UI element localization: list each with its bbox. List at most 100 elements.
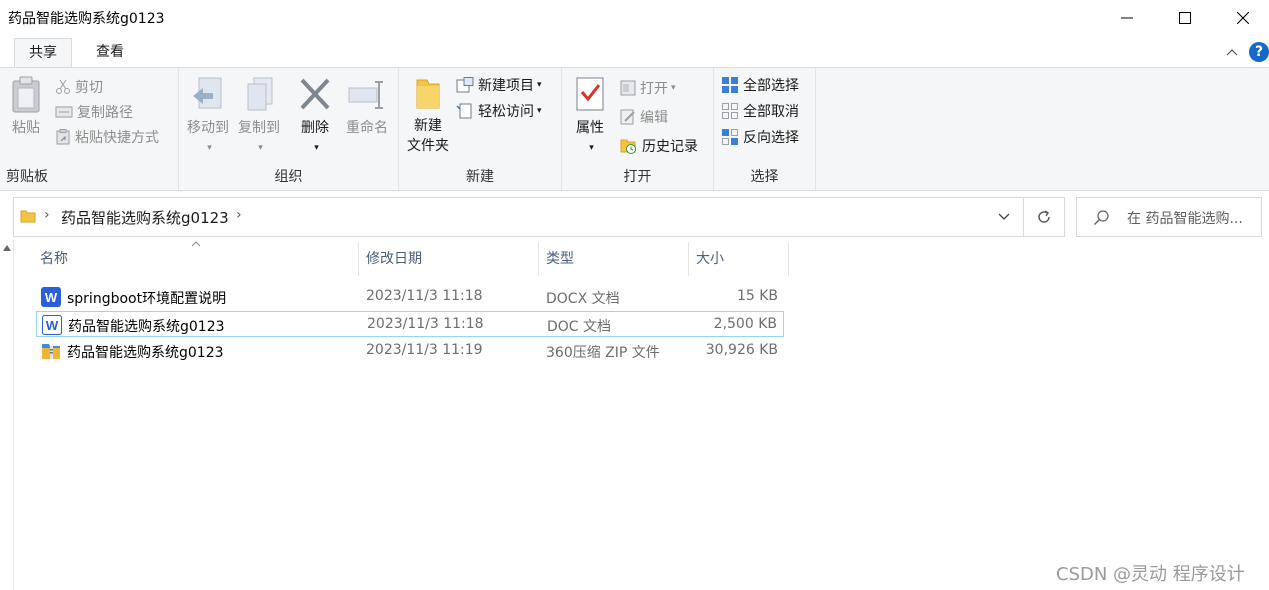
select-none-button[interactable]: 全部取消 (721, 100, 799, 122)
cut-button[interactable]: 剪切 (55, 76, 103, 98)
new-folder-button[interactable]: 新建 文件夹 (403, 76, 453, 156)
chevron-down-icon[interactable] (998, 210, 1010, 222)
open-label: 打开 (640, 81, 668, 97)
refresh-icon (1038, 210, 1050, 223)
column-header-date[interactable]: 修改日期 (366, 242, 536, 276)
move-to-icon (193, 77, 222, 109)
new-item-button[interactable]: 新建项目 ▾ (456, 74, 542, 96)
select-group-label: 选择 (750, 169, 779, 185)
column-divider[interactable] (788, 242, 789, 276)
tab-share[interactable]: 共享 (14, 38, 72, 68)
edit-button[interactable]: 编辑 (620, 106, 668, 128)
scroll-up-icon[interactable] (2, 244, 12, 252)
maximize-button[interactable] (1156, 0, 1214, 36)
copy-to-icon (247, 77, 273, 111)
new-group-label: 新建 (466, 169, 494, 185)
paste-shortcut-button[interactable]: 粘贴快捷方式 (55, 126, 159, 148)
easy-access-dropdown-icon: ▾ (537, 106, 542, 116)
ribbon: 粘贴 剪切 复制路径 粘贴快捷方式 剪贴板 移动到 ▾ 复制到 ▾ 删除 ▾ 重… (0, 67, 1269, 191)
svg-text:W: W (45, 290, 58, 305)
column-divider[interactable] (358, 242, 359, 276)
paste-button[interactable]: 粘贴 (6, 76, 46, 138)
column-divider[interactable] (538, 242, 539, 276)
file-size: 2,500 KB (713, 316, 777, 332)
file-date: 2023/11/3 11:19 (366, 342, 483, 358)
clipboard-group: 粘贴 剪切 复制路径 粘贴快捷方式 剪贴板 (0, 68, 179, 190)
file-name: 药品智能选购系统g0123 (68, 319, 225, 335)
invert-selection-icon (722, 129, 738, 145)
delete-button[interactable]: 删除 ▾ (293, 76, 337, 154)
properties-label: 属性 (576, 120, 604, 136)
file-name: 药品智能选购系统g0123 (67, 345, 224, 361)
maximize-icon (1179, 12, 1191, 24)
edit-label: 编辑 (640, 110, 668, 126)
help-icon[interactable]: ? (1249, 42, 1269, 62)
file-size: 30,926 KB (705, 342, 778, 358)
delete-label: 删除 (301, 120, 329, 136)
cut-label: 剪切 (75, 80, 103, 96)
breadcrumb-chevron-icon[interactable]: › (44, 207, 50, 223)
close-icon (1237, 12, 1249, 24)
file-name: springboot环境配置说明 (67, 291, 227, 307)
new-item-label: 新建项目 (478, 78, 534, 94)
easy-access-button[interactable]: 轻松访问 ▾ (456, 100, 542, 122)
file-row[interactable]: W springboot环境配置说明 2023/11/3 11:18 DOCX … (36, 284, 784, 310)
search-icon (1093, 210, 1109, 226)
minimize-button[interactable] (1098, 0, 1156, 36)
file-row[interactable]: 药品智能选购系统g0123 2023/11/3 11:19 360压缩 ZIP … (36, 338, 784, 364)
new-folder-label-2: 文件夹 (407, 138, 449, 154)
file-type: DOCX 文档 (546, 291, 620, 307)
properties-button[interactable]: 属性 ▾ (570, 76, 610, 154)
address-bar[interactable]: › 药品智能选购系统g0123 › (13, 197, 1024, 237)
open-group: 属性 ▾ 打开 ▾ 编辑 历史记录 打开 (562, 68, 714, 190)
file-size: 15 KB (736, 288, 778, 304)
file-row-selected[interactable]: W 药品智能选购系统g0123 2023/11/3 11:18 DOC 文档 2… (36, 311, 784, 337)
breadcrumb-chevron-right-icon[interactable]: › (236, 207, 242, 223)
organize-group: 移动到 ▾ 复制到 ▾ 删除 ▾ 重命名 组织 (179, 68, 399, 190)
column-header-name[interactable]: 名称 (40, 242, 358, 276)
invert-selection-button[interactable]: 反向选择 (721, 126, 799, 148)
column-header-size[interactable]: 大小 (696, 242, 786, 276)
move-to-label: 移动到 (187, 120, 229, 136)
column-header-type[interactable]: 类型 (546, 242, 686, 276)
rename-button[interactable]: 重命名 (339, 76, 395, 138)
paste-shortcut-icon (56, 129, 70, 145)
copy-to-button[interactable]: 复制到 ▾ (234, 76, 284, 154)
select-none-icon (722, 103, 738, 119)
paste-label: 粘贴 (12, 120, 40, 136)
new-folder-label-1: 新建 (414, 118, 442, 134)
history-icon (620, 139, 636, 154)
title-bar: 药品智能选购系统g0123 (0, 0, 1269, 36)
navigation-pane-scrollbar[interactable] (0, 240, 14, 590)
file-type: 360压缩 ZIP 文件 (546, 345, 660, 361)
column-divider[interactable] (688, 242, 689, 276)
folder-icon (20, 210, 36, 223)
word-doc-icon: W (42, 315, 62, 335)
select-all-button[interactable]: 全部选择 (721, 74, 799, 96)
open-dropdown-icon: ▾ (671, 83, 676, 93)
copy-path-button[interactable]: 复制路径 (55, 101, 133, 123)
chevron-up-icon (1226, 49, 1238, 56)
open-button[interactable]: 打开 ▾ (620, 77, 676, 99)
move-to-dropdown-icon: ▾ (207, 143, 212, 153)
refresh-button[interactable] (1024, 197, 1065, 237)
properties-icon (576, 77, 604, 111)
history-button[interactable]: 历史记录 (620, 135, 698, 157)
breadcrumb-current-folder[interactable]: 药品智能选购系统g0123 (61, 207, 229, 228)
collapse-ribbon-button[interactable] (1226, 45, 1238, 61)
move-to-button[interactable]: 移动到 ▾ (183, 76, 233, 154)
history-label: 历史记录 (642, 139, 698, 155)
paste-icon (12, 76, 40, 113)
delete-x-icon (300, 78, 330, 110)
rename-label: 重命名 (346, 120, 388, 136)
open-icon (620, 80, 636, 96)
copy-to-dropdown-icon: ▾ (258, 143, 263, 153)
file-date: 2023/11/3 11:18 (367, 316, 484, 332)
new-group: 新建 文件夹 新建项目 ▾ 轻松访问 ▾ 新建 (399, 68, 562, 190)
copy-path-label: 复制路径 (77, 105, 133, 121)
tab-view[interactable]: 查看 (82, 38, 138, 68)
search-box[interactable]: 在 药品智能选购... (1076, 197, 1262, 237)
rename-icon (348, 81, 383, 109)
zip-archive-icon (42, 344, 60, 359)
close-button[interactable] (1214, 0, 1269, 36)
